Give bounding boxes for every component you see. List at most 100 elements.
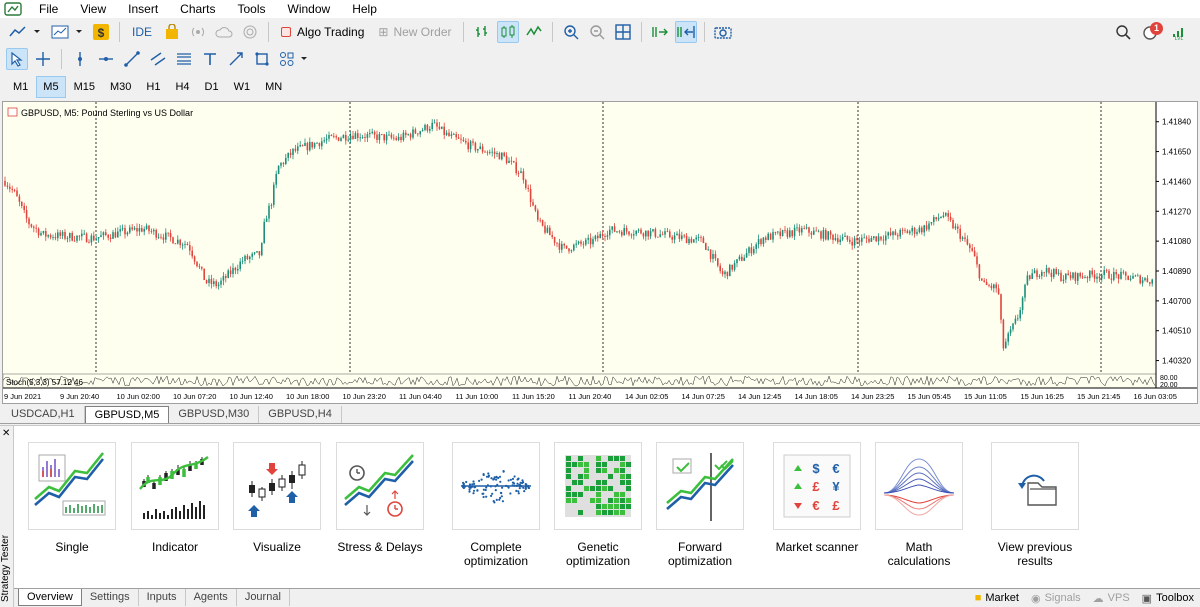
tab-journal[interactable]: Journal bbox=[237, 589, 290, 606]
bar-chart-button[interactable] bbox=[471, 21, 493, 43]
horizontal-line-tool-button[interactable] bbox=[95, 48, 117, 70]
candle-body bbox=[966, 239, 969, 245]
market-button[interactable] bbox=[161, 21, 183, 43]
chart-tab-gbpusd-h4[interactable]: GBPUSD,H4 bbox=[259, 406, 342, 423]
mode-card-visualize[interactable] bbox=[233, 442, 321, 530]
tile-windows-button[interactable] bbox=[612, 21, 634, 43]
menu-view[interactable]: View bbox=[69, 0, 117, 18]
mode-card-stress-delays[interactable] bbox=[336, 442, 424, 530]
mode-card-view-previous-results[interactable] bbox=[991, 442, 1079, 530]
close-icon[interactable]: ✕ bbox=[2, 428, 10, 439]
mode-card-forward-optimization[interactable] bbox=[656, 442, 744, 530]
trendline-tool-button[interactable] bbox=[121, 48, 143, 70]
menu-tools[interactable]: Tools bbox=[227, 0, 277, 18]
menu-window[interactable]: Window bbox=[277, 0, 342, 18]
candle-body bbox=[1144, 278, 1146, 281]
timeframe-m5[interactable]: M5 bbox=[36, 76, 66, 98]
shapes-dropdown-button[interactable] bbox=[277, 48, 311, 70]
menu-insert[interactable]: Insert bbox=[117, 0, 169, 18]
genetic-cell bbox=[584, 462, 589, 467]
time-label: 10 Jun 02:00 bbox=[117, 392, 160, 401]
user-level-button[interactable]: LVL bbox=[1168, 21, 1190, 43]
algo-trading-button[interactable]: Algo Trading bbox=[276, 21, 369, 43]
candle-body bbox=[333, 135, 335, 137]
ide-button[interactable]: IDE bbox=[127, 21, 157, 43]
mode-card-genetic-optimization[interactable] bbox=[554, 442, 642, 530]
tab-settings[interactable]: Settings bbox=[82, 589, 139, 606]
timeframe-m15[interactable]: M15 bbox=[67, 76, 102, 98]
arrow-tool-button[interactable] bbox=[225, 48, 247, 70]
chart-tab-usdcad-h1[interactable]: USDCAD,H1 bbox=[2, 406, 85, 423]
status-signals-link[interactable]: ◉ Signals bbox=[1031, 592, 1081, 605]
menu-file[interactable]: File bbox=[28, 0, 69, 18]
tab-inputs[interactable]: Inputs bbox=[139, 589, 186, 606]
shopping-bag-icon bbox=[166, 24, 179, 39]
timeframe-d1[interactable]: D1 bbox=[198, 76, 226, 98]
fingerprint-button[interactable] bbox=[239, 21, 261, 43]
search-icon bbox=[1116, 25, 1131, 40]
new-chart-dropdown[interactable] bbox=[48, 21, 86, 43]
timeframe-mn[interactable]: MN bbox=[258, 76, 289, 98]
scatter-dot bbox=[468, 488, 471, 491]
chart-tab-gbpusd-m5[interactable]: GBPUSD,M5 bbox=[84, 406, 170, 423]
timeframe-m30[interactable]: M30 bbox=[103, 76, 138, 98]
search-button[interactable] bbox=[1112, 21, 1134, 43]
candle-body bbox=[928, 223, 930, 230]
new-order-button[interactable]: ⊞ New Order bbox=[373, 21, 456, 43]
vps-button[interactable] bbox=[213, 21, 235, 43]
tab-overview[interactable]: Overview bbox=[18, 589, 82, 606]
market-watch-button[interactable]: $ bbox=[90, 21, 112, 43]
vertical-line-tool-button[interactable] bbox=[69, 48, 91, 70]
timeframe-m1[interactable]: M1 bbox=[6, 76, 35, 98]
line-chart-button[interactable] bbox=[523, 21, 545, 43]
timeframe-w1[interactable]: W1 bbox=[227, 76, 258, 98]
candle-body bbox=[837, 238, 839, 243]
candle-body bbox=[376, 134, 378, 140]
candle-body bbox=[47, 235, 49, 237]
menu-charts[interactable]: Charts bbox=[169, 0, 226, 18]
status-toolbox-link[interactable]: ▣ Toolbox bbox=[1142, 592, 1194, 605]
tab-agents[interactable]: Agents bbox=[186, 589, 237, 606]
mode-card-complete-optimization[interactable] bbox=[452, 442, 540, 530]
chart-window[interactable]: 1.41840 1.41650 1.41460 1.41270 1.41080 1.408… bbox=[2, 101, 1198, 404]
status-vps-link[interactable]: ☁ VPS bbox=[1093, 592, 1130, 605]
mode-card-math-calculations[interactable] bbox=[875, 442, 963, 530]
grid-icon bbox=[615, 24, 632, 40]
chart-type-dropdown[interactable] bbox=[6, 21, 44, 43]
zoom-in-button[interactable] bbox=[560, 21, 582, 43]
channel-tool-button[interactable] bbox=[147, 48, 169, 70]
genetic-cell bbox=[626, 498, 631, 503]
candlestick-button[interactable] bbox=[497, 21, 520, 43]
chart-tab-gbpusd-m30[interactable]: GBPUSD,M30 bbox=[169, 406, 260, 423]
rectangle-tool-button[interactable] bbox=[251, 48, 273, 70]
price-chart[interactable]: 1.41840 1.41650 1.41460 1.41270 1.41080 1.408… bbox=[3, 102, 1197, 403]
candle-body bbox=[287, 152, 289, 158]
status-market-link[interactable]: ■ Market bbox=[975, 592, 1019, 604]
broadcast-icon bbox=[192, 27, 204, 37]
candle-body bbox=[433, 122, 436, 124]
timeframe-h1[interactable]: H1 bbox=[139, 76, 167, 98]
signals-button[interactable] bbox=[187, 21, 209, 43]
mode-card-indicator[interactable] bbox=[131, 442, 219, 530]
genetic-cell bbox=[626, 474, 631, 479]
mode-card-market-scanner[interactable]: $ € £ ¥ € £ bbox=[773, 442, 861, 530]
fibonacci-tool-button[interactable] bbox=[173, 48, 195, 70]
chart-shift-button[interactable] bbox=[675, 21, 698, 43]
candle-body bbox=[889, 232, 892, 236]
timeframe-h4[interactable]: H4 bbox=[168, 76, 196, 98]
cursor-tool-button[interactable] bbox=[6, 48, 28, 70]
candle-body bbox=[707, 249, 709, 251]
mode-card-single[interactable] bbox=[28, 442, 116, 530]
candle-body bbox=[657, 236, 659, 238]
genetic-cell bbox=[566, 462, 571, 467]
screenshot-button[interactable] bbox=[712, 21, 734, 43]
genetic-cell bbox=[578, 456, 583, 461]
zoom-out-button[interactable] bbox=[586, 21, 608, 43]
mode-label-line1: Stress & Delays bbox=[337, 540, 423, 554]
text-tool-button[interactable] bbox=[199, 48, 221, 70]
crosshair-tool-button[interactable] bbox=[32, 48, 54, 70]
menu-help[interactable]: Help bbox=[341, 0, 388, 18]
auto-scroll-button[interactable] bbox=[649, 21, 671, 43]
notifications-button[interactable]: 1 bbox=[1138, 21, 1164, 43]
time-label: 11 Jun 10:00 bbox=[456, 392, 499, 401]
